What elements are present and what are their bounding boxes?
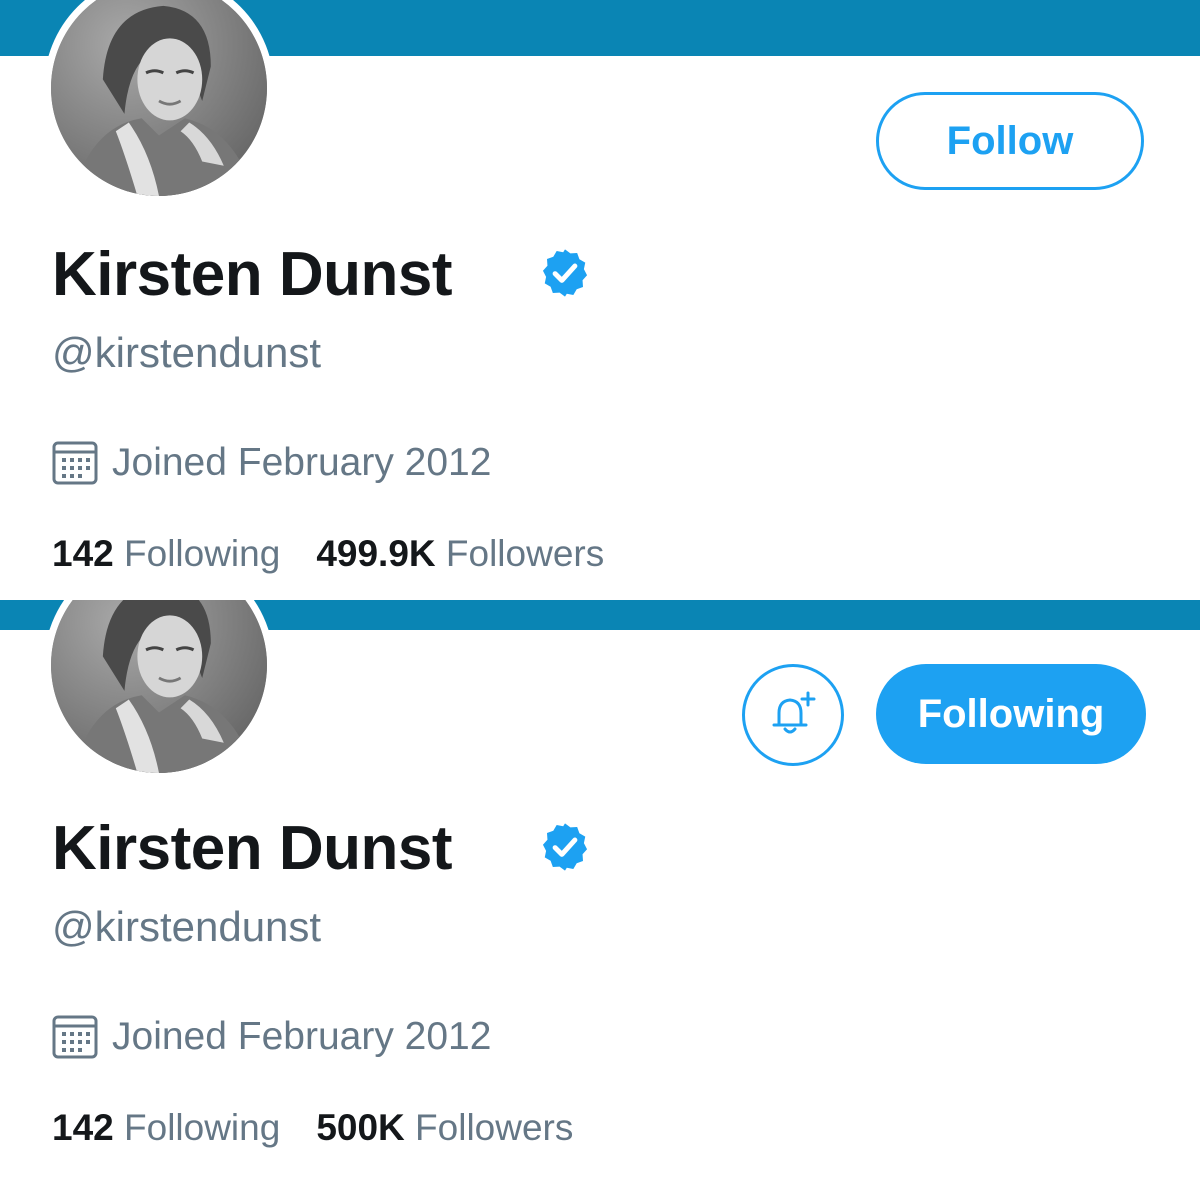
avatar[interactable]: [44, 600, 274, 780]
calendar-icon: [52, 1015, 98, 1059]
following-stat[interactable]: 142 Following: [52, 533, 280, 574]
profile-panel-before-follow: Follow Kirsten Dunst @kirstendunst Joine…: [0, 0, 1200, 600]
followers-label: Followers: [415, 1107, 574, 1148]
following-label: Following: [124, 533, 281, 574]
verified-badge-icon: [542, 823, 588, 871]
bell-plus-icon: [772, 691, 816, 734]
followers-count: 500K: [316, 1107, 405, 1148]
following-count: 142: [52, 533, 114, 574]
joined-text: Joined February 2012: [112, 1015, 492, 1058]
following-stat[interactable]: 142 Following: [52, 1107, 280, 1148]
following-count: 142: [52, 1107, 114, 1148]
display-name: Kirsten Dunst: [52, 814, 452, 883]
avatar[interactable]: [44, 0, 274, 203]
follow-button[interactable]: Follow: [876, 92, 1144, 190]
follow-stats: 142 Following 499.9K Followers: [52, 535, 604, 572]
verified-badge-icon: [542, 249, 588, 297]
notification-bell-button[interactable]: [742, 664, 844, 766]
following-label: Following: [124, 1107, 281, 1148]
followers-label: Followers: [445, 533, 605, 574]
joined-date: Joined February 2012: [52, 1014, 491, 1060]
joined-text: Joined February 2012: [112, 441, 492, 484]
joined-date: Joined February 2012: [52, 440, 491, 486]
display-name: Kirsten Dunst: [52, 240, 452, 309]
handle: @kirstendunst: [52, 903, 322, 950]
profile-panel-after-follow: Following Kirsten Dunst @kirstendunst Jo…: [0, 600, 1200, 1200]
followers-stat[interactable]: 500K Followers: [316, 1107, 573, 1148]
followers-count: 499.9K: [316, 533, 436, 574]
handle: @kirstendunst: [52, 329, 322, 376]
following-button[interactable]: Following: [876, 664, 1146, 764]
calendar-icon: [52, 441, 98, 485]
follow-stats: 142 Following 500K Followers: [52, 1109, 573, 1146]
followers-stat[interactable]: 499.9K Followers: [316, 533, 604, 574]
